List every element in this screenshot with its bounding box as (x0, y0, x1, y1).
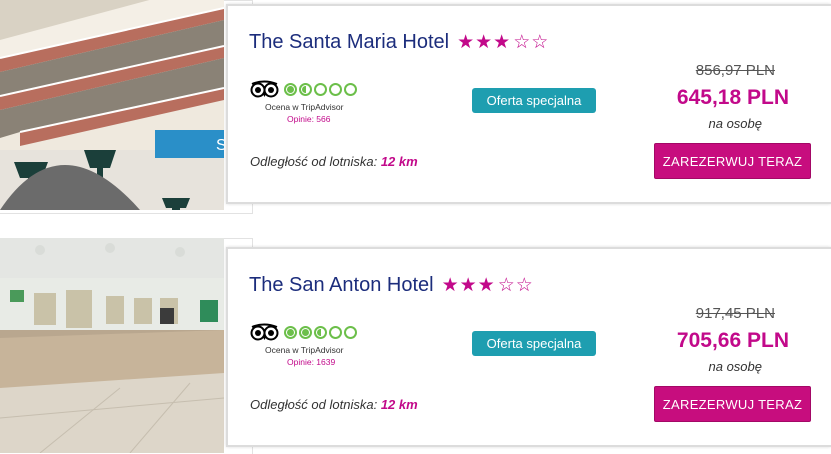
price-unit: na osobę (708, 359, 763, 374)
hotel-title: The San Anton Hotel ★★★ ☆☆ (249, 274, 536, 297)
hotel-title: The Santa Maria Hotel ★★★ ☆☆ (249, 31, 551, 54)
distance-label: Odległość od lotniska: (250, 154, 378, 169)
tripadvisor-owl-icon (250, 323, 279, 341)
rating-bubble (299, 82, 312, 96)
special-offer-badge[interactable]: Oferta specjalna (472, 88, 596, 113)
tripadvisor-caption: Ocena w TripAdvisor (265, 345, 344, 355)
stars-empty: ☆☆ (497, 275, 534, 296)
hotel-card: S The Santa Maria Hotel ★★★ ☆☆ Ocena w T… (0, 0, 831, 216)
price-unit: na osobę (708, 116, 763, 131)
rating-bubble (344, 82, 357, 96)
airport-distance: Odległość od lotniska: 12 km (250, 154, 418, 169)
rating-bubble (314, 82, 327, 96)
distance-value: 12 km (380, 154, 418, 169)
stars-empty: ☆☆ (513, 32, 550, 53)
tripadvisor-rating: Ocena w TripAdvisor Opinie: 1639 (250, 323, 360, 367)
rating-bubble (284, 325, 297, 339)
special-offer-badge[interactable]: Oferta specjalna (472, 331, 596, 356)
hotel-photo[interactable] (0, 238, 224, 453)
rating-bubble (299, 325, 312, 339)
star-rating: ★★★ ☆☆ (442, 276, 536, 295)
svg-text:S: S (216, 137, 224, 154)
rating-bubbles (284, 325, 359, 339)
airport-distance: Odległość od lotniska: 12 km (250, 397, 418, 412)
old-price: 917,45 PLN (695, 305, 775, 322)
hotel-photo[interactable]: S (0, 0, 224, 210)
hotel-card: The San Anton Hotel ★★★ ☆☆ Ocena w TripA… (0, 238, 831, 454)
tripadvisor-caption: Ocena w TripAdvisor (265, 102, 344, 112)
rating-bubble (329, 325, 342, 339)
rating-bubble (329, 82, 342, 96)
current-price: 645,18 PLN (676, 86, 789, 109)
rating-bubble (284, 82, 297, 96)
rating-bubble (314, 325, 327, 339)
rating-bubbles (284, 82, 359, 96)
distance-value: 12 km (380, 397, 418, 412)
tripadvisor-rating: Ocena w TripAdvisor Opinie: 566 (250, 80, 360, 124)
distance-label: Odległość od lotniska: (250, 397, 378, 412)
hotel-info: The San Anton Hotel ★★★ ☆☆ Ocena w TripA… (226, 247, 831, 447)
current-price: 705,66 PLN (676, 329, 789, 352)
hotel-name-link[interactable]: The Santa Maria Hotel (249, 31, 449, 54)
rating-bubble (344, 325, 357, 339)
star-rating: ★★★ ☆☆ (457, 33, 551, 52)
book-now-button[interactable]: ZAREZERWUJ TERAZ (654, 143, 811, 179)
stars-filled: ★★★ (457, 32, 512, 53)
old-price: 856,97 PLN (695, 62, 775, 79)
hotel-name-link[interactable]: The San Anton Hotel (249, 274, 434, 297)
review-count[interactable]: Opinie: 1639 (287, 357, 360, 367)
tripadvisor-owl-icon (250, 80, 279, 98)
hotel-info: The Santa Maria Hotel ★★★ ☆☆ Ocena w Tri… (226, 4, 831, 204)
book-now-button[interactable]: ZAREZERWUJ TERAZ (654, 386, 811, 422)
review-count[interactable]: Opinie: 566 (287, 114, 360, 124)
stars-filled: ★★★ (441, 275, 496, 296)
